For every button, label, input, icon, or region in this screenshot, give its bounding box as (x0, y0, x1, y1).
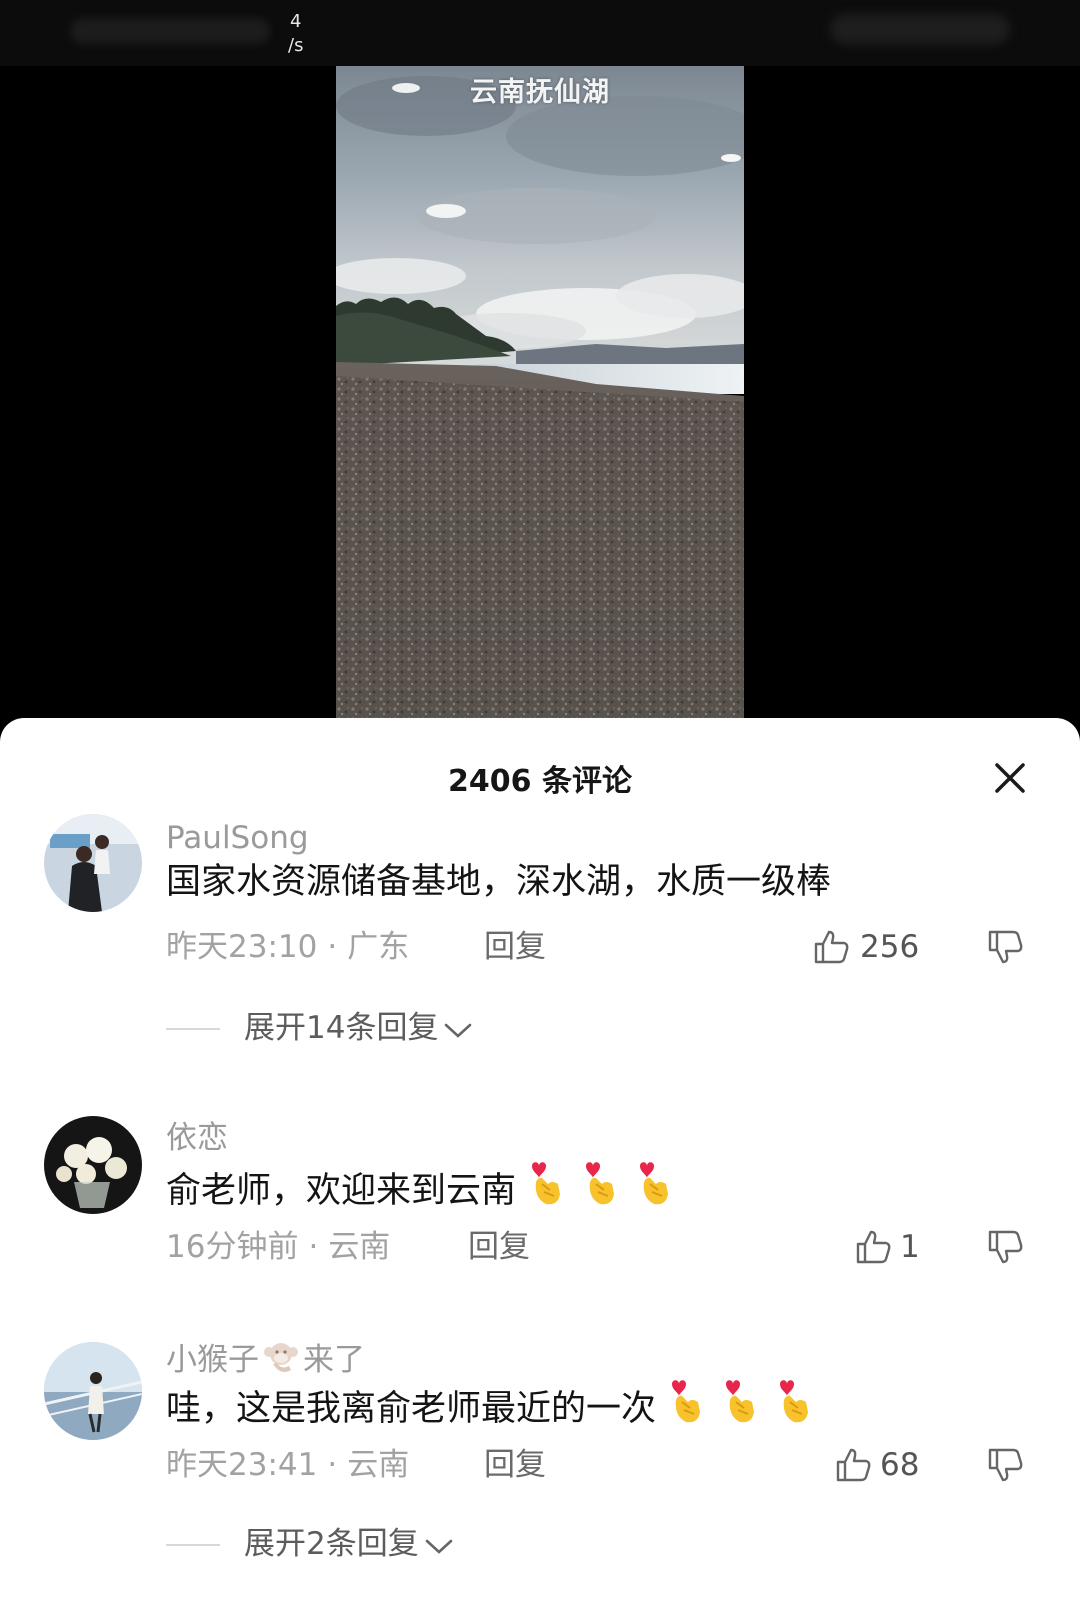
close-button[interactable] (988, 756, 1032, 800)
comment-text: 俞老师，欢迎来到云南 (166, 1158, 678, 1215)
finger-heart-emoji-3 (780, 1380, 809, 1423)
comment-username[interactable]: 依恋 (166, 1118, 228, 1158)
network-speed: 4 /s (288, 10, 303, 58)
finger-heart-emoji-3 (640, 1162, 669, 1205)
finger-heart-emoji-2 (586, 1162, 615, 1205)
thumbs-down-icon[interactable] (986, 928, 1024, 966)
lake-scene-image (336, 66, 744, 726)
comment-text-body: 俞老师，欢迎来到云南 (166, 1171, 517, 1211)
comment-location: 云南 (347, 1447, 410, 1483)
status-blurred-left (70, 18, 270, 44)
avatar[interactable] (44, 814, 142, 912)
like-count: 256 (860, 929, 920, 965)
expand-divider (166, 1028, 220, 1030)
comment-username[interactable]: 小猴子 来了 (166, 1336, 365, 1380)
expand-replies-label: 展开2条回复 (244, 1524, 455, 1564)
like-button[interactable]: 256 (812, 926, 922, 968)
comment-text-body: 哇，这是我离俞老师最近的一次 (166, 1389, 657, 1429)
comment-meta: 昨天23:10 · 广东 (166, 929, 410, 965)
reply-button[interactable]: 回复 (484, 926, 546, 968)
expand-replies-button[interactable]: 展开14条回复 (166, 1008, 506, 1048)
chevron-down-icon (445, 1023, 472, 1038)
comment-meta: 16分钟前 · 云南 (166, 1229, 391, 1265)
video-caption: 云南抚仙湖 (470, 77, 610, 108)
thumbs-up-icon (814, 930, 849, 964)
close-icon (995, 763, 1025, 793)
avatar-image (44, 1116, 142, 1214)
thumbs-down-icon[interactable] (986, 1228, 1024, 1266)
thumbs-up-icon (836, 1448, 871, 1482)
comment-time: 16分钟前 (166, 1229, 299, 1265)
comments-count-title: 2406 条评论 (448, 764, 632, 799)
expand-replies-label: 展开14条回复 (244, 1008, 474, 1048)
reply-button[interactable]: 回复 (468, 1226, 530, 1268)
comment-text: 国家水资源储备基地，深水湖，水质一级棒 (166, 862, 832, 902)
avatar-image (44, 1342, 142, 1440)
like-button[interactable]: 1 (854, 1226, 924, 1268)
chevron-down-icon (425, 1539, 453, 1554)
username-prefix: 小猴子 (166, 1342, 259, 1378)
comments-panel: 2406 条评论 PaulSong 国家水资源储备基地，深水湖，水质一级棒 昨天… (0, 718, 1080, 1606)
video-player[interactable]: 云南抚仙湖 (0, 66, 1080, 726)
like-count: 1 (900, 1229, 920, 1265)
network-speed-value: 4 (290, 11, 302, 32)
comment-meta: 昨天23:41 · 云南 (166, 1447, 410, 1483)
expand-replies-button[interactable]: 展开2条回复 (166, 1524, 486, 1564)
thumbs-down-icon[interactable] (986, 1446, 1024, 1484)
monkey-emoji (264, 1343, 298, 1372)
comment-username[interactable]: PaulSong (166, 818, 309, 858)
comment-text: 哇，这是我离俞老师最近的一次 (166, 1376, 818, 1433)
comment-time: 昨天23:41 (166, 1447, 318, 1483)
like-count: 68 (880, 1447, 920, 1483)
avatar[interactable] (44, 1342, 142, 1440)
comment-time: 昨天23:10 (166, 929, 318, 965)
finger-heart-emoji-1 (532, 1162, 561, 1205)
status-bar: 4 /s (0, 0, 1080, 66)
status-blurred-right (830, 14, 1010, 44)
comment-location: 广东 (347, 929, 410, 965)
reply-button[interactable]: 回复 (484, 1444, 546, 1486)
avatar[interactable] (44, 1116, 142, 1214)
avatar-image (44, 814, 142, 912)
expand-divider (166, 1544, 220, 1546)
comment-location: 云南 (328, 1229, 391, 1265)
finger-heart-emoji-1 (672, 1380, 701, 1423)
like-button[interactable]: 68 (834, 1444, 924, 1486)
finger-heart-emoji-2 (726, 1380, 755, 1423)
network-speed-unit: /s (288, 35, 304, 56)
username-suffix: 来了 (303, 1342, 365, 1378)
thumbs-up-icon (856, 1230, 891, 1264)
video-frame[interactable]: 云南抚仙湖 (336, 66, 744, 726)
